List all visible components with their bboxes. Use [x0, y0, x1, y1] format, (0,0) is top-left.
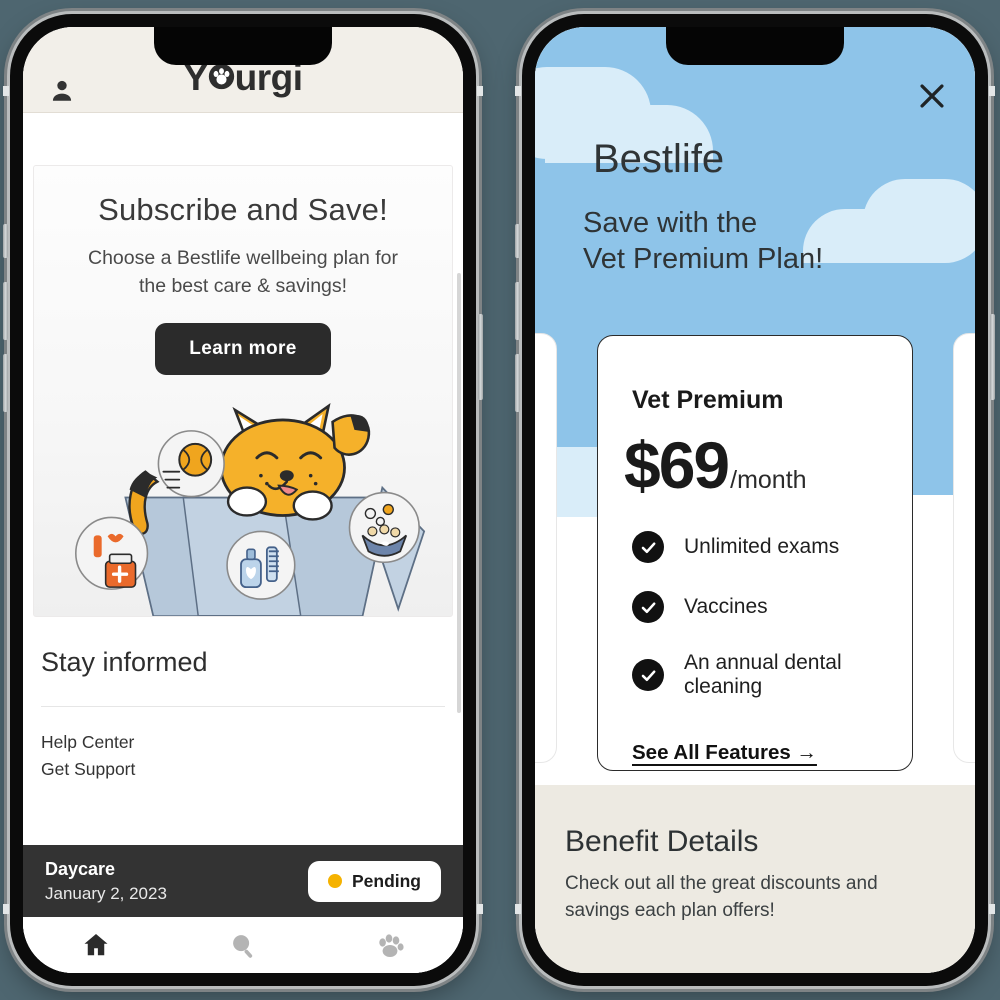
get-support-link[interactable]: Get Support: [41, 756, 445, 783]
right-phone-screen: Bestlife Save with the Vet Premium Plan!…: [535, 27, 975, 973]
promo-subtitle: Choose a Bestlife wellbeing plan for the…: [87, 247, 399, 298]
close-icon[interactable]: [915, 79, 949, 113]
device-notch: [154, 27, 332, 65]
plan-feature-item: Unlimited exams: [632, 503, 912, 563]
left-phone-device: Y urgi Subscribe and Save! Choose a Best…: [3, 14, 483, 986]
benefit-details-subtitle: Check out all the great discounts and sa…: [565, 873, 878, 921]
antenna-seam: [515, 904, 521, 914]
appointment-service: Daycare: [45, 858, 116, 879]
tab-search[interactable]: [170, 930, 317, 960]
person-icon[interactable]: [49, 77, 75, 105]
bottom-tab-bar: [23, 917, 463, 973]
bestlife-plans-modal: Bestlife Save with the Vet Premium Plan!…: [535, 27, 975, 973]
plan-feature-label: Vaccines: [684, 595, 768, 618]
stay-informed-title: Stay informed: [41, 647, 208, 677]
paw-icon: [378, 934, 404, 957]
divider: [41, 706, 445, 707]
antenna-seam: [477, 904, 483, 914]
status-badge-label: Pending: [351, 870, 421, 891]
headline-line-2: Vet Premium Plan!: [583, 243, 824, 276]
plan-price-row: $69 /month: [624, 427, 912, 503]
tab-pets[interactable]: [316, 929, 463, 961]
benefit-details-section: Benefit Details Check out all the great …: [535, 785, 975, 973]
see-all-features-link[interactable]: See All Features →: [632, 741, 817, 765]
subscribe-promo-card[interactable]: Subscribe and Save! Choose a Bestlife we…: [33, 165, 453, 617]
next-plan-card-peek[interactable]: [953, 333, 975, 763]
paw-logo-icon: [208, 63, 235, 90]
volume-up-button[interactable]: [515, 282, 520, 340]
volume-down-button[interactable]: [515, 354, 520, 412]
antenna-seam: [515, 86, 521, 96]
antenna-seam: [3, 904, 9, 914]
appointment-date: January 2, 2023: [45, 883, 167, 903]
volume-up-button[interactable]: [3, 282, 8, 340]
learn-more-button[interactable]: Learn more: [155, 322, 331, 375]
plan-feature-item: Vaccines: [632, 563, 912, 623]
screenshot-stage: Y urgi Subscribe and Save! Choose a Best…: [0, 0, 1000, 1000]
antenna-seam: [477, 86, 483, 96]
power-button[interactable]: [478, 314, 483, 400]
antenna-seam: [989, 904, 995, 914]
plan-name: Vet Premium: [632, 386, 784, 414]
plan-feature-label: An annual dental cleaning: [684, 651, 842, 698]
device-notch: [666, 27, 844, 65]
check-icon: [632, 591, 664, 623]
headline-line-1: Save with the: [583, 207, 758, 239]
plan-headline: Save with the Vet Premium Plan!: [583, 205, 823, 278]
home-icon: [84, 934, 108, 956]
benefit-details-title: Benefit Details: [565, 825, 759, 858]
status-badge[interactable]: Pending: [307, 860, 441, 902]
status-dot-icon: [327, 874, 342, 888]
silent-switch[interactable]: [3, 224, 8, 258]
tab-home[interactable]: [23, 930, 170, 960]
check-icon: [632, 531, 664, 563]
search-icon: [233, 935, 253, 958]
previous-plan-card-peek[interactable]: [535, 333, 557, 763]
vertical-scrollbar[interactable]: [457, 273, 461, 713]
power-button[interactable]: [990, 314, 995, 400]
left-phone-screen: Y urgi Subscribe and Save! Choose a Best…: [23, 27, 463, 973]
volume-down-button[interactable]: [3, 354, 8, 412]
plan-price-period: /month: [730, 466, 807, 494]
plan-carousel[interactable]: Vet Premium $69 /month Unlimited exams V…: [535, 325, 975, 777]
plan-feature-label: Unlimited exams: [684, 535, 840, 558]
plan-price: $69: [624, 428, 730, 502]
appointment-info: Daycare January 2, 2023: [45, 859, 167, 904]
silent-switch[interactable]: [515, 224, 520, 258]
right-phone-device: Bestlife Save with the Vet Premium Plan!…: [515, 14, 995, 986]
appointment-status-strip[interactable]: Daycare January 2, 2023 Pending: [23, 845, 463, 917]
antenna-seam: [3, 86, 9, 96]
home-scroll-area[interactable]: Subscribe and Save! Choose a Bestlife we…: [23, 113, 463, 973]
promo-title: Subscribe and Save!: [98, 192, 388, 227]
plan-feature-item: An annual dental cleaning: [632, 623, 912, 699]
bestlife-brand-title: Bestlife: [593, 137, 725, 181]
cat-illustration: [34, 401, 452, 616]
vet-premium-plan-card[interactable]: Vet Premium $69 /month Unlimited exams V…: [597, 335, 913, 771]
stay-informed-section: Stay informed Help Center Get Support: [23, 617, 463, 783]
check-icon: [632, 659, 664, 691]
yourgi-app: Y urgi Subscribe and Save! Choose a Best…: [23, 27, 463, 973]
help-center-link[interactable]: Help Center: [41, 729, 445, 756]
antenna-seam: [989, 86, 995, 96]
